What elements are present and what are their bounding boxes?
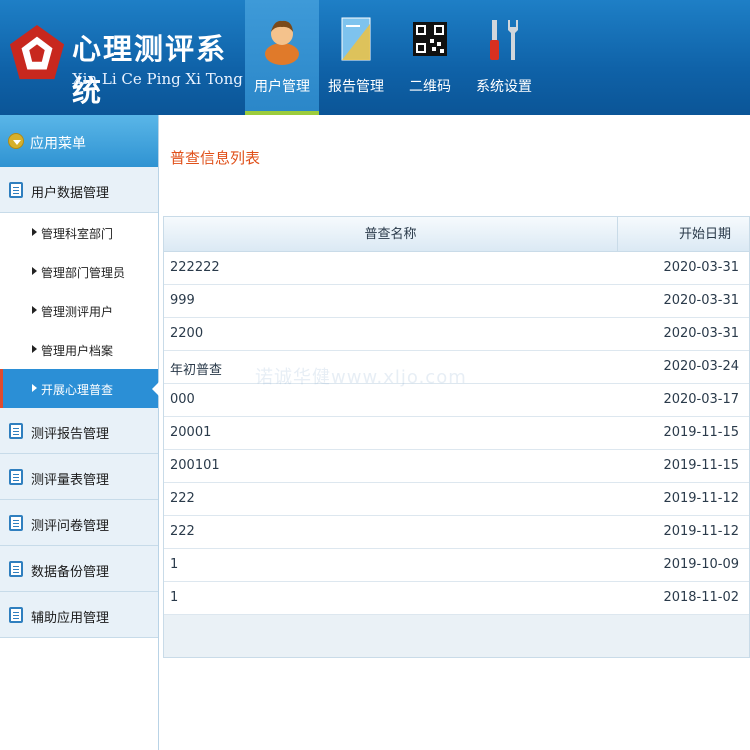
calendar-icon	[9, 423, 23, 439]
sidebar-group-label: 测评量表管理	[31, 473, 110, 488]
sidebar-group-scales[interactable]: 测评量表管理	[0, 454, 158, 500]
cell-survey-name: 年初普查	[170, 363, 223, 378]
cell-start-date: 2019-11-15	[663, 425, 739, 440]
table-row[interactable]: 222 2019-11-12	[164, 483, 749, 516]
sidebar-item-dept-admins[interactable]: 管理部门管理员	[0, 252, 158, 291]
table-body: 222222 2020-03-31 999 2020-03-31 2200 2020-03…	[164, 252, 749, 615]
survey-table: 普查名称 开始日期 222222 2020-03-31 999 2020-03-31 2…	[163, 216, 750, 658]
main-content: 普查信息列表 普查名称 开始日期 222222 2020-03-31 999 2020…	[160, 115, 750, 750]
sidebar-item-user-records[interactable]: 管理用户档案	[0, 330, 158, 369]
nav-label: 报告管理	[328, 79, 384, 95]
sidebar-item-label: 开展心理普查	[41, 383, 114, 397]
sidebar-item-label: 管理测评用户	[41, 305, 114, 319]
sidebar-group-auxiliary[interactable]: 辅助应用管理	[0, 592, 158, 638]
comment-icon	[9, 607, 23, 623]
edit-icon	[9, 561, 23, 577]
table-row[interactable]: 200101 2019-11-15	[164, 450, 749, 483]
sidebar-group-backup[interactable]: 数据备份管理	[0, 546, 158, 592]
sidebar-group-label: 数据备份管理	[31, 565, 110, 580]
list-icon	[9, 182, 23, 198]
list-icon	[9, 515, 23, 531]
caret-right-icon	[32, 384, 37, 392]
cell-start-date: 2020-03-31	[663, 293, 739, 308]
top-nav: 用户管理 报告管理 二维码 系统设置	[245, 0, 541, 115]
qrcode-icon	[413, 22, 447, 56]
cell-survey-name: 222222	[170, 260, 220, 275]
nav-report-management[interactable]: 报告管理	[319, 0, 393, 115]
page-title: 普查信息列表	[170, 149, 261, 167]
app-subtitle: Xin Li Ce Ping Xi Tong	[72, 70, 243, 88]
cell-survey-name: 1	[170, 557, 179, 572]
cell-start-date: 2020-03-24	[663, 359, 739, 374]
cell-start-date: 2019-11-15	[663, 458, 739, 473]
nav-qrcode[interactable]: 二维码	[393, 0, 467, 115]
cell-start-date: 2020-03-17	[663, 392, 739, 407]
nav-user-management[interactable]: 用户管理	[245, 0, 319, 115]
sidebar-group-label: 测评报告管理	[31, 427, 110, 442]
table-row[interactable]: 2200 2020-03-31	[164, 318, 749, 351]
cell-survey-name: 999	[170, 293, 195, 308]
table-row[interactable]: 1 2018-11-02	[164, 582, 749, 615]
sidebar-item-label: 管理科室部门	[41, 227, 114, 241]
cell-start-date: 2018-11-02	[663, 590, 739, 605]
sidebar: 应用菜单 用户数据管理 管理科室部门 管理部门管理员 管理测评用户 管理用户档案…	[0, 115, 159, 750]
table-row[interactable]: 20001 2019-11-15	[164, 417, 749, 450]
nav-label: 用户管理	[254, 79, 310, 95]
chevron-down-icon	[8, 133, 24, 149]
menu-title: 应用菜单	[30, 136, 86, 152]
cell-start-date: 2019-11-12	[663, 524, 739, 539]
list-icon	[9, 469, 23, 485]
column-header-name[interactable]: 普查名称	[164, 217, 618, 252]
sidebar-item-departments[interactable]: 管理科室部门	[0, 213, 158, 252]
cell-survey-name: 1	[170, 590, 179, 605]
table-row[interactable]: 222 2019-11-12	[164, 516, 749, 549]
sidebar-item-label: 管理部门管理员	[41, 266, 126, 280]
sidebar-group-user-data[interactable]: 用户数据管理	[0, 167, 158, 213]
cell-start-date: 2020-03-31	[663, 326, 739, 341]
sidebar-group-label: 辅助应用管理	[31, 611, 110, 626]
table-row[interactable]: 222222 2020-03-31	[164, 252, 749, 285]
sidebar-group-reports[interactable]: 测评报告管理	[0, 408, 158, 454]
cell-survey-name: 000	[170, 392, 195, 407]
report-icon	[341, 17, 371, 61]
cell-survey-name: 20001	[170, 425, 212, 440]
caret-right-icon	[32, 267, 37, 275]
table-row[interactable]: 1 2019-10-09	[164, 549, 749, 582]
column-header-date[interactable]: 开始日期	[618, 217, 750, 252]
table-footer	[164, 615, 749, 657]
sidebar-group-label: 测评问卷管理	[31, 519, 110, 534]
cell-survey-name: 222	[170, 491, 195, 506]
cell-survey-name: 200101	[170, 458, 220, 473]
table-header: 普查名称 开始日期	[164, 217, 749, 252]
user-icon	[265, 20, 299, 65]
sidebar-group-questionnaires[interactable]: 测评问卷管理	[0, 500, 158, 546]
app-title: 心理测评系统	[72, 32, 228, 108]
nav-label: 二维码	[409, 79, 451, 95]
table-row[interactable]: 999 2020-03-31	[164, 285, 749, 318]
tools-icon	[490, 20, 518, 60]
logo-pentagon-icon	[9, 25, 65, 80]
caret-right-icon	[32, 228, 37, 236]
logo: 心理测评系统 Xin Li Ce Ping Xi Tong	[0, 0, 245, 115]
cell-start-date: 2019-11-12	[663, 491, 739, 506]
caret-right-icon	[32, 345, 37, 353]
app-header: 心理测评系统 Xin Li Ce Ping Xi Tong 用户管理 报告管理	[0, 0, 750, 115]
caret-right-icon	[32, 306, 37, 314]
cell-start-date: 2020-03-31	[663, 260, 739, 275]
sidebar-group-label: 用户数据管理	[31, 186, 110, 201]
nav-label: 系统设置	[476, 79, 532, 95]
menu-header[interactable]: 应用菜单	[0, 115, 158, 167]
cell-start-date: 2019-10-09	[663, 557, 739, 572]
sidebar-item-label: 管理用户档案	[41, 344, 114, 358]
cell-survey-name: 2200	[170, 326, 204, 341]
sidebar-item-psych-survey[interactable]: 开展心理普查	[0, 369, 159, 408]
sidebar-item-test-users[interactable]: 管理测评用户	[0, 291, 158, 330]
nav-system-settings[interactable]: 系统设置	[467, 0, 541, 115]
cell-survey-name: 222	[170, 524, 195, 539]
watermark: 诺诚华健www.xljo.com	[255, 367, 467, 388]
